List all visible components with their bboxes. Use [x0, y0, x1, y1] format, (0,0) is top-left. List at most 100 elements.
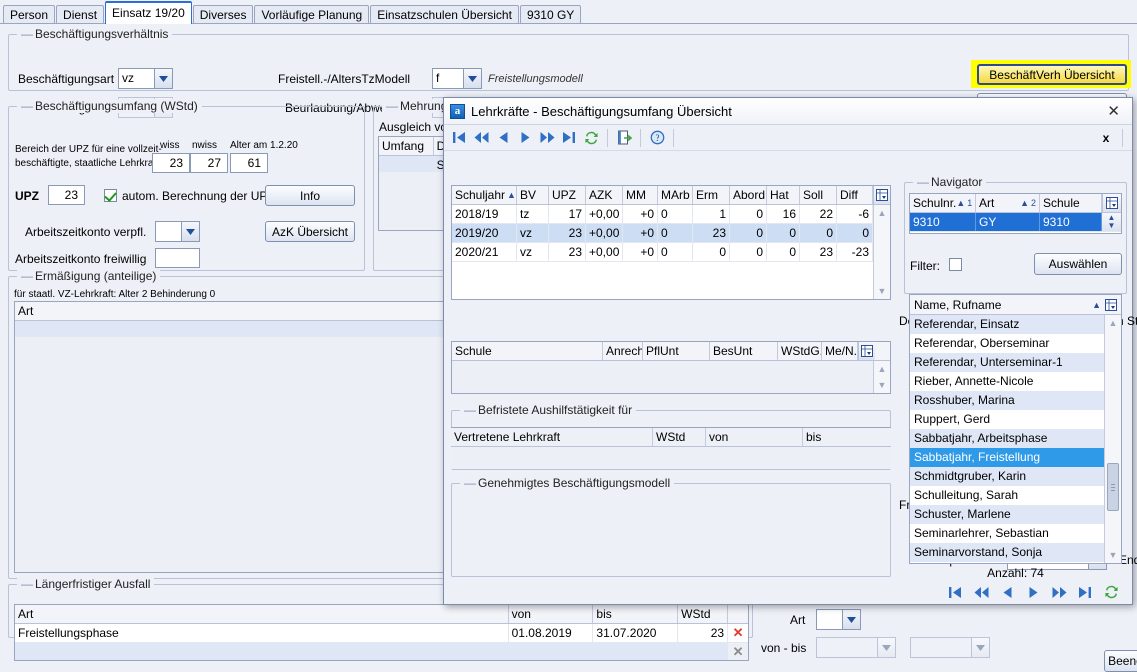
column-anrech[interactable]: Anrech [603, 342, 643, 360]
aushilf-grid[interactable]: Vertretene Lehrkraft WStd von bis [451, 427, 891, 469]
column-wstdg[interactable]: WStdG... [778, 342, 822, 360]
navigator-name-list[interactable]: Name, Rufname ▲ Referendar, Einsatz Refe… [909, 294, 1122, 564]
column-vertretene-lehrkraft[interactable]: Vertretene Lehrkraft [451, 428, 653, 446]
chevron-down-icon[interactable] [842, 609, 861, 630]
autom-berechnung-upz-checkbox[interactable] [104, 189, 117, 202]
list-item[interactable]: Referendar, Einsatz [910, 315, 1121, 334]
column-schulnr[interactable]: Schulnr. ▲ 1 [910, 194, 976, 212]
list-item[interactable]: Sabbatjahr, Arbeitsphase [910, 429, 1121, 448]
first-record-icon[interactable] [944, 582, 966, 602]
scrollbar-thumb[interactable] [1107, 463, 1119, 511]
tab-einsatz-19-20[interactable]: Einsatz 19/20 [105, 1, 192, 24]
table-row[interactable]: Freistellungsphase 01.08.2019 31.07.2020… [15, 624, 748, 643]
auswaehlen-button[interactable]: Auswählen [1034, 253, 1122, 275]
filter-checkbox[interactable] [949, 258, 962, 271]
toolbar-close-icon[interactable]: x [1095, 128, 1117, 148]
beschaeftverh-uebersicht-button[interactable]: BeschäftVerh Übersicht [977, 64, 1127, 85]
table-row[interactable]: ✕ [15, 643, 748, 660]
help-icon[interactable]: ? [646, 128, 668, 148]
grid-settings-icon[interactable] [1102, 194, 1121, 212]
column-upz[interactable]: UPZ [549, 186, 586, 204]
chevron-down-icon[interactable] [154, 68, 173, 89]
freistell-modell-combo[interactable]: f [432, 68, 482, 89]
column-pflunt[interactable]: PflUnt [643, 342, 710, 360]
refresh-icon[interactable] [580, 128, 602, 148]
fast-rewind-icon[interactable] [470, 128, 492, 148]
list-item[interactable]: Ruppert, Gerd [910, 410, 1121, 429]
column-schuljahr[interactable]: Schuljahr ▲ [452, 186, 517, 204]
navigator-school-grid[interactable]: Schulnr. ▲ 1 Art ▲ 2 Schule 9310 GY 9310 [909, 193, 1122, 234]
tab-dienst[interactable]: Dienst [56, 5, 105, 24]
wiss-field[interactable]: 23 [152, 153, 190, 173]
refresh-icon[interactable] [1100, 582, 1122, 602]
ausfall-von-combo[interactable] [816, 637, 896, 658]
tab-person[interactable]: Person [3, 5, 56, 24]
arbeitszeitkonto-freiwillig-field[interactable] [155, 248, 200, 268]
table-row[interactable]: 2020/21 vz 23 +0,00 +0 0 0 0 0 23 -23 [452, 243, 890, 262]
list-item[interactable]: Rieber, Annette-Nicole [910, 372, 1121, 391]
list-item[interactable]: Rosshuber, Marina [910, 391, 1121, 410]
scroll-up-icon[interactable]: ▲ [874, 205, 890, 221]
grid-settings-icon[interactable] [1105, 298, 1117, 311]
list-item[interactable]: Schuster, Marlene [910, 505, 1121, 524]
column-men[interactable]: Me/N... [822, 342, 858, 360]
column-umfang[interactable]: Umfang [379, 137, 434, 155]
column-bv[interactable]: BV [517, 186, 549, 204]
list-item[interactable]: Referendar, Unterseminar-1 [910, 353, 1121, 372]
navigator-name-scrollbar[interactable]: ▲ ▼ [1104, 315, 1121, 563]
delete-row-icon[interactable]: ✕ [728, 624, 748, 642]
tab-diverses[interactable]: Diverses [192, 5, 254, 24]
column-bis[interactable]: bis [593, 605, 679, 623]
column-hat[interactable]: Hat [767, 186, 800, 204]
column-diff[interactable]: Diff [837, 186, 873, 204]
column-art[interactable]: Art [15, 605, 509, 623]
tab-einsatzschulen-uebersicht[interactable]: Einsatzschulen Übersicht [370, 5, 519, 24]
column-schule[interactable]: Schule [1040, 194, 1102, 212]
column-marb[interactable]: MArb [658, 186, 693, 204]
fast-forward-icon[interactable] [536, 128, 558, 148]
grid-settings-icon[interactable] [873, 186, 890, 204]
schule-detail-grid-scrollbar[interactable]: ▲ ▼ [873, 361, 890, 393]
list-item[interactable]: Schulleitung, Sarah [910, 486, 1121, 505]
chevron-down-icon[interactable] [463, 68, 482, 89]
schuljahr-grid[interactable]: Schuljahr ▲ BV UPZ AZK MM MArb Erm Abord … [451, 185, 891, 300]
column-art[interactable]: Art ▲ 2 [976, 194, 1040, 212]
nwiss-field[interactable]: 27 [190, 153, 228, 173]
column-von[interactable]: von [509, 605, 594, 623]
column-wstd[interactable]: WStd [678, 605, 729, 623]
scroll-down-icon[interactable]: ▼ [1105, 547, 1121, 563]
column-von[interactable]: von [706, 428, 803, 446]
previous-record-icon[interactable] [492, 128, 514, 148]
chevron-down-icon[interactable] [181, 221, 200, 242]
fast-rewind-icon[interactable] [970, 582, 992, 602]
column-besunt[interactable]: BesUnt [710, 342, 778, 360]
list-item-selected[interactable]: Sabbatjahr, Freistellung [910, 448, 1121, 467]
alter-field[interactable]: 61 [230, 153, 268, 173]
beenden-und-speichern-button[interactable]: Beenden und Speichern [1104, 650, 1137, 672]
navigator-name-header[interactable]: Name, Rufname ▲ [910, 295, 1121, 315]
fast-forward-icon[interactable] [1048, 582, 1070, 602]
table-row[interactable]: 2019/20 vz 23 +0,00 +0 0 23 0 0 0 0 [452, 224, 890, 243]
column-abord[interactable]: Abord [730, 186, 767, 204]
previous-record-icon[interactable] [996, 582, 1018, 602]
first-record-icon[interactable] [448, 128, 470, 148]
azk-uebersicht-button[interactable]: AzK Übersicht [265, 221, 355, 242]
navigator-spinner[interactable]: ▲ ▼ [1102, 213, 1121, 231]
list-item[interactable]: Seminarlehrer, Sebastian [910, 524, 1121, 543]
next-record-icon[interactable] [514, 128, 536, 148]
grid-settings-icon[interactable] [858, 342, 875, 360]
column-erm[interactable]: Erm [693, 186, 730, 204]
delete-row-icon[interactable]: ✕ [728, 643, 748, 660]
list-item[interactable]: Seminarvorstand, Sonja [910, 543, 1121, 562]
last-record-icon[interactable] [558, 128, 580, 148]
column-azk[interactable]: AZK [586, 186, 623, 204]
list-item[interactable]: Referendar, Oberseminar [910, 334, 1121, 353]
schuljahr-grid-scrollbar[interactable]: ▲ ▼ [873, 205, 890, 299]
scroll-down-icon[interactable]: ▼ [874, 377, 890, 393]
last-record-icon[interactable] [1074, 582, 1096, 602]
chevron-down-icon[interactable] [971, 637, 990, 658]
beschaeftigungsart-combo[interactable]: vz [118, 68, 173, 89]
tab-vorlaeufige-planung[interactable]: Vorläufige Planung [254, 5, 370, 24]
scroll-up-icon[interactable]: ▲ [874, 361, 890, 377]
arbeitszeitkonto-verpfl-combo[interactable] [155, 221, 200, 242]
